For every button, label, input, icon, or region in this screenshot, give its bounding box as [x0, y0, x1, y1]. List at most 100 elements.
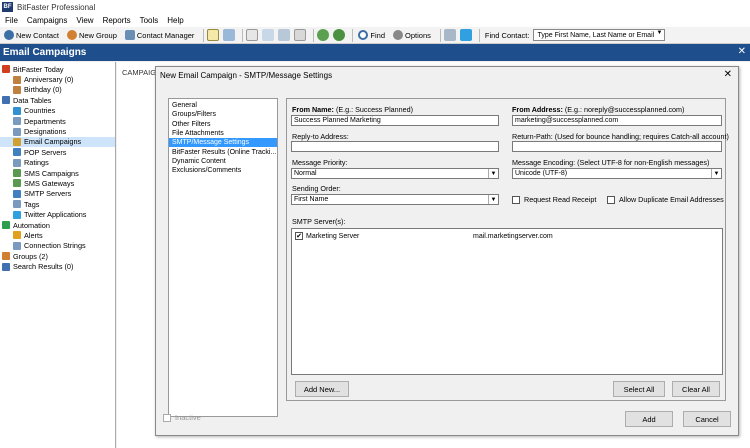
- checkbox-box[interactable]: [163, 413, 171, 422]
- tree-node-icon: [13, 127, 21, 136]
- tree-item[interactable]: SMS Gateways: [0, 178, 115, 188]
- menu-help[interactable]: Help: [167, 16, 183, 25]
- tree-item[interactable]: Ratings: [0, 158, 115, 168]
- new-group-button[interactable]: New Group: [65, 28, 119, 42]
- checkbox-box[interactable]: [607, 195, 615, 204]
- tree-node-icon: [13, 169, 21, 178]
- message-encoding-select[interactable]: Unicode (UTF-8) ▼: [512, 168, 722, 179]
- menu-tools[interactable]: Tools: [140, 16, 159, 25]
- close-icon[interactable]: ✕: [724, 69, 732, 80]
- find-button[interactable]: Find: [356, 28, 387, 42]
- nav-item[interactable]: Dynamic Content: [169, 157, 277, 166]
- check-icon[interactable]: ✔: [295, 232, 303, 240]
- from-address-input[interactable]: marketing@successplanned.com: [512, 115, 722, 126]
- chevron-down-icon[interactable]: ▼: [488, 195, 498, 204]
- window-title: BitFaster Professional: [17, 2, 96, 12]
- tree-item-label: Email Campaigns: [24, 137, 82, 147]
- tree-item[interactable]: Connection Strings: [0, 241, 115, 251]
- smtp-servers-list: ✔ Marketing Server mail.marketingserver.…: [291, 228, 723, 375]
- tree-item-label: Groups (2): [13, 251, 48, 261]
- reply-to-input[interactable]: [291, 141, 499, 152]
- inactive-checkbox[interactable]: Inactive: [163, 413, 201, 422]
- menu-campaigns[interactable]: Campaigns: [27, 16, 67, 25]
- message-priority-value: Normal: [294, 170, 317, 177]
- menu-view[interactable]: View: [76, 16, 93, 25]
- section-title: Email Campaigns: [3, 47, 87, 58]
- twitter-icon[interactable]: [459, 29, 472, 41]
- request-read-receipt-checkbox[interactable]: Request Read Receipt: [512, 195, 596, 204]
- tree-item[interactable]: Designations: [0, 126, 115, 136]
- tree-item-label: Departments: [24, 116, 66, 126]
- cancel-button[interactable]: Cancel: [683, 411, 731, 427]
- add-new-button[interactable]: Add New...: [295, 381, 349, 397]
- tree-item[interactable]: POP Servers: [0, 147, 115, 157]
- sending-order-select[interactable]: First Name ▼: [291, 194, 499, 205]
- tree-item[interactable]: SMS Campaigns: [0, 168, 115, 178]
- from-address-label: From Address: (E.g.: noreply@successplan…: [512, 105, 685, 114]
- tree-item[interactable]: Countries: [0, 106, 115, 116]
- tree-item-label: Countries: [24, 106, 56, 116]
- from-name-input[interactable]: Success Planned Marketing: [291, 115, 499, 126]
- search-icon: [358, 30, 369, 40]
- message-priority-select[interactable]: Normal ▼: [291, 168, 499, 179]
- nav-item[interactable]: File Attachments: [169, 129, 277, 138]
- message-encoding-label: Message Encoding: (Select UTF-8 for non-…: [512, 158, 710, 167]
- chevron-down-icon[interactable]: ▼: [711, 169, 721, 178]
- tree-item[interactable]: Birthday (0): [0, 85, 115, 95]
- add-button[interactable]: Add: [625, 411, 673, 427]
- tree-item[interactable]: Data Tables: [0, 95, 115, 105]
- tree-item[interactable]: SMTP Servers: [0, 189, 115, 199]
- report-icon[interactable]: [294, 29, 307, 41]
- find-contact-input[interactable]: Type First Name, Last Name or Email ▼: [533, 29, 666, 41]
- request-read-receipt-label: Request Read Receipt: [524, 195, 597, 204]
- mail-icon[interactable]: [262, 29, 275, 41]
- tree-item[interactable]: Alerts: [0, 230, 115, 240]
- tree-node-icon: [2, 262, 10, 271]
- tree-item[interactable]: Automation: [0, 220, 115, 230]
- select-all-button[interactable]: Select All: [613, 381, 665, 397]
- return-path-input[interactable]: [512, 141, 722, 152]
- menu-file[interactable]: File: [5, 16, 18, 25]
- chevron-down-icon[interactable]: ▼: [488, 169, 498, 178]
- options-button[interactable]: Options: [391, 28, 433, 42]
- tree-node-icon: [13, 137, 21, 146]
- tree-item[interactable]: Twitter Applications: [0, 209, 115, 219]
- clear-all-button[interactable]: Clear All: [672, 381, 720, 397]
- tree-item-label: SMS Campaigns: [24, 168, 79, 178]
- checkbox-box[interactable]: [512, 195, 520, 204]
- document-icon[interactable]: [246, 29, 259, 41]
- tree-node-icon: [13, 210, 21, 219]
- tree-item-label: Alerts: [24, 230, 43, 240]
- sending-order-label: Sending Order:: [292, 184, 341, 193]
- email-campaign-icon[interactable]: [207, 29, 220, 41]
- chevron-down-icon[interactable]: ▼: [657, 30, 663, 36]
- mail-send-icon[interactable]: [278, 29, 291, 41]
- tree-item[interactable]: Email Campaigns: [0, 136, 115, 148]
- export-icon[interactable]: [333, 29, 346, 41]
- print-icon[interactable]: [443, 29, 456, 41]
- tree-item[interactable]: BitFaster Today: [0, 64, 115, 74]
- list-item[interactable]: ✔ Marketing Server mail.marketingserver.…: [295, 232, 715, 240]
- new-contact-button[interactable]: New Contact: [2, 28, 61, 42]
- allow-duplicates-checkbox[interactable]: Allow Duplicate Email Addresses: [607, 195, 724, 204]
- nav-item[interactable]: Other Filters: [169, 120, 277, 129]
- nav-item[interactable]: SMTP/Message Settings: [169, 138, 277, 148]
- contact-manager-label: Contact Manager: [136, 30, 195, 40]
- tree-item[interactable]: Search Results (0): [0, 261, 115, 271]
- tree-node-icon: [2, 221, 10, 230]
- close-icon[interactable]: ✕: [738, 46, 746, 57]
- nav-item[interactable]: Exclusions/Comments: [169, 166, 277, 175]
- tree-item[interactable]: Groups (2): [0, 251, 115, 261]
- nav-item[interactable]: General: [169, 101, 277, 110]
- nav-item[interactable]: Groups/Filters: [169, 110, 277, 119]
- menu-reports[interactable]: Reports: [103, 16, 131, 25]
- tree-item[interactable]: Departments: [0, 116, 115, 126]
- import-icon[interactable]: [317, 29, 330, 41]
- contact-manager-button[interactable]: Contact Manager: [123, 28, 197, 42]
- dialog-title: New Email Campaign - SMTP/Message Settin…: [160, 71, 333, 80]
- find-label: Find: [370, 30, 386, 40]
- tree-item[interactable]: Tags: [0, 199, 115, 209]
- sms-icon[interactable]: [223, 29, 236, 41]
- tree-item[interactable]: Anniversary (0): [0, 74, 115, 84]
- nav-item[interactable]: BitFaster Results (Online Tracki...: [169, 147, 277, 156]
